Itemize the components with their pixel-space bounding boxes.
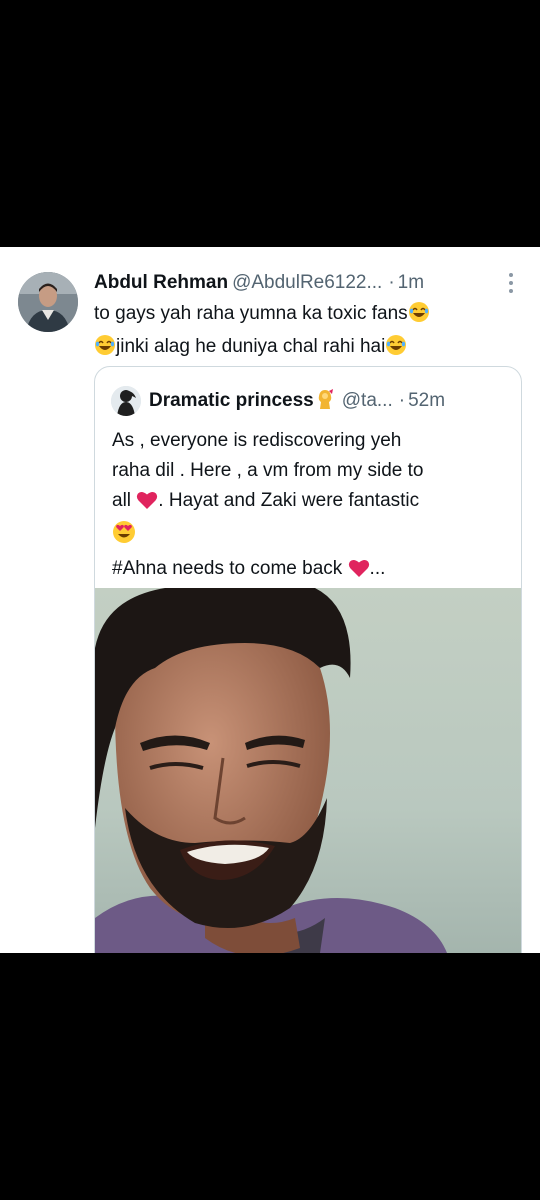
tweet-header: Abdul Rehman @AbdulRe6122... · 1m <box>94 270 514 296</box>
tweet-timestamp[interactable]: 1m <box>398 272 424 293</box>
separator-dot: · <box>388 272 395 293</box>
vertical-dots-icon[interactable] <box>508 273 514 295</box>
quoted-author-handle[interactable]: @ta... <box>342 390 393 411</box>
quoted-tweet-timestamp[interactable]: 52m <box>408 390 445 411</box>
silhouette-avatar-icon <box>111 386 141 416</box>
laughing-emoji-icon <box>408 301 430 332</box>
tweet-body: to gays yah raha yumna ka toxic fans jin… <box>94 299 514 365</box>
quoted-text-line-3a: all <box>112 490 132 511</box>
separator-dot: · <box>398 390 406 411</box>
red-heart-icon <box>348 558 370 588</box>
quoted-text-line-3b: . Hayat and Zaki were fantastic <box>158 490 420 511</box>
tweet-card[interactable]: Abdul Rehman @AbdulRe6122... · 1m to gays y… <box>0 247 540 953</box>
quoted-tweet-body: As , everyone is rediscovering yeh raha … <box>112 426 512 588</box>
quoted-author-name[interactable]: Dramatic princess <box>149 390 314 411</box>
tweet-text-line-1: to gays yah raha yumna ka toxic fans <box>94 303 408 324</box>
heart-eyes-emoji-icon <box>112 520 136 554</box>
person-avatar-icon <box>18 272 78 332</box>
tweet-text-line-2: jinki alag he duniya chal rahi hai <box>116 336 386 357</box>
quoted-tweet-header: Dramatic princess @ta... · 52m <box>149 387 519 419</box>
author-name[interactable]: Abdul Rehman <box>94 272 228 293</box>
quoted-author-avatar[interactable] <box>111 386 141 416</box>
quoted-text-ellipsis: ... <box>369 558 386 579</box>
video-thumbnail[interactable] <box>95 588 521 953</box>
dancer-emoji-icon <box>314 388 336 419</box>
quoted-text-line-2: raha dil . Here , a vm from my side to <box>112 460 424 481</box>
author-avatar[interactable] <box>18 272 78 332</box>
laughing-emoji-icon <box>94 334 116 365</box>
quoted-tweet[interactable]: Dramatic princess @ta... · 52m As , everyo… <box>94 366 522 953</box>
quoted-text-line-1: As , everyone is rediscovering yeh <box>112 430 402 451</box>
laughing-emoji-icon <box>385 334 407 365</box>
hashtag-ahna[interactable]: #Ahna needs to come back <box>112 558 342 579</box>
red-heart-icon <box>136 490 158 520</box>
video-thumbnail-man-smiling <box>95 588 521 953</box>
author-handle[interactable]: @AbdulRe6122... <box>232 272 382 293</box>
